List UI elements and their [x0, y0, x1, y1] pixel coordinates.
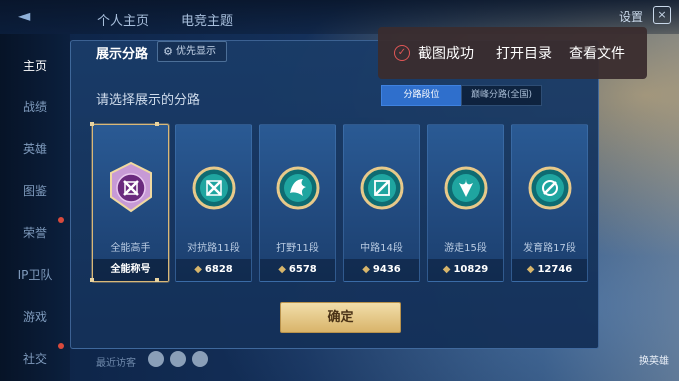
lane-card-all-round[interactable]: 全能高手 全能称号: [92, 124, 169, 282]
lane-card-jungle[interactable]: 打野11段 ◆ 6578: [259, 124, 336, 282]
lane-card-farm[interactable]: 发育路17段 ◆ 12746: [511, 124, 588, 282]
priority-display-button[interactable]: ⚙ 优先显示: [157, 41, 227, 62]
view-file-button[interactable]: 查看文件: [569, 43, 625, 63]
lane-card-clash[interactable]: 对抗路11段 ◆ 6828: [175, 124, 252, 282]
card-name: 打野11段: [276, 243, 319, 254]
sidebar-item-honor[interactable]: 荣誉: [0, 224, 70, 241]
card-footer: ◆ 9436: [344, 259, 419, 281]
rank-points: 9436: [372, 264, 401, 275]
settings-link[interactable]: 设置: [619, 8, 643, 25]
jungle-emblem-icon: [276, 166, 320, 210]
gear-icon: ⚙: [163, 45, 173, 58]
rank-points-icon: ◆: [194, 264, 202, 275]
notification-dot: [58, 343, 64, 349]
card-name: 中路14段: [360, 243, 403, 254]
panel-title: 展示分路: [96, 47, 149, 62]
rank-points: 6578: [288, 264, 317, 275]
sidebar-item-game[interactable]: 游戏: [0, 308, 70, 325]
close-button[interactable]: ×: [653, 6, 671, 24]
confirm-button[interactable]: 确定: [280, 302, 401, 333]
open-directory-button[interactable]: 打开目录: [496, 43, 552, 63]
toast-message: 截图成功: [418, 46, 474, 62]
card-name: 发育路17段: [523, 243, 576, 254]
card-footer: ◆ 6828: [176, 259, 251, 281]
card-footer: ◆ 10829: [428, 259, 503, 281]
selection-corner: [90, 122, 94, 126]
rank-points-icon: ◆: [442, 264, 451, 275]
rank-points: 6828: [204, 264, 233, 275]
sidebar-item-social[interactable]: 社交: [0, 350, 70, 367]
selection-corner: [155, 122, 159, 126]
lane-card-roam[interactable]: 游走15段 ◆ 10829: [427, 124, 504, 282]
back-logo-icon[interactable]: ◄: [18, 6, 54, 26]
rank-points-icon: ◆: [526, 264, 535, 275]
card-name: 游走15段: [444, 243, 487, 254]
lane-card-mid[interactable]: 中路14段 ◆ 9436: [343, 124, 420, 282]
change-hero-button[interactable]: 换英雄: [639, 352, 669, 367]
avatar[interactable]: [170, 351, 186, 367]
priority-display-label: 优先显示: [176, 46, 216, 57]
rank-points-icon: ◆: [278, 264, 286, 275]
card-footer: ◆ 6578: [260, 259, 335, 281]
sidebar-item-ip-guard[interactable]: IP卫队: [0, 266, 70, 283]
selection-corner: [155, 278, 159, 282]
rank-points: 12746: [537, 264, 573, 275]
card-name: 对抗路11段: [187, 243, 240, 254]
screenshot-toast: ✓ 截图成功 打开目录 查看文件: [378, 27, 647, 79]
roam-emblem-icon: [444, 166, 488, 210]
avatar[interactable]: [192, 351, 208, 367]
card-name: 全能高手: [110, 243, 151, 254]
recent-visitors-label: 最近访客: [96, 358, 136, 369]
panel-subtitle: 请选择展示的分路: [96, 93, 201, 108]
mid-lane-emblem-icon: [360, 166, 404, 210]
avatar[interactable]: [148, 351, 164, 367]
rank-points-icon: ◆: [362, 264, 370, 275]
tab-lane-rank[interactable]: 分路段位: [381, 85, 462, 106]
sidebar-item-home[interactable]: 主页: [0, 57, 70, 74]
tab-personal-home[interactable]: 个人主页: [97, 10, 149, 29]
clash-lane-emblem-icon: [192, 166, 236, 210]
sidebar-item-codex[interactable]: 图鉴: [0, 182, 70, 199]
sidebar-item-record[interactable]: 战绩: [0, 98, 70, 115]
farm-lane-emblem-icon: [528, 166, 572, 210]
notification-dot: [58, 217, 64, 223]
selection-corner: [90, 278, 94, 282]
rank-points: 10829: [453, 264, 489, 275]
tab-esports-theme[interactable]: 电竞主题: [181, 10, 233, 29]
sidebar: 主页 战绩 英雄 图鉴 荣誉 IP卫队 游戏 社交: [0, 34, 70, 381]
all-round-emblem-icon: [110, 161, 152, 213]
sidebar-item-heroes[interactable]: 英雄: [0, 140, 70, 157]
card-footer: ◆ 12746: [512, 259, 587, 281]
tab-peak-lane[interactable]: 巅峰分路(全国): [461, 85, 542, 106]
check-circle-icon: ✓: [394, 45, 410, 61]
